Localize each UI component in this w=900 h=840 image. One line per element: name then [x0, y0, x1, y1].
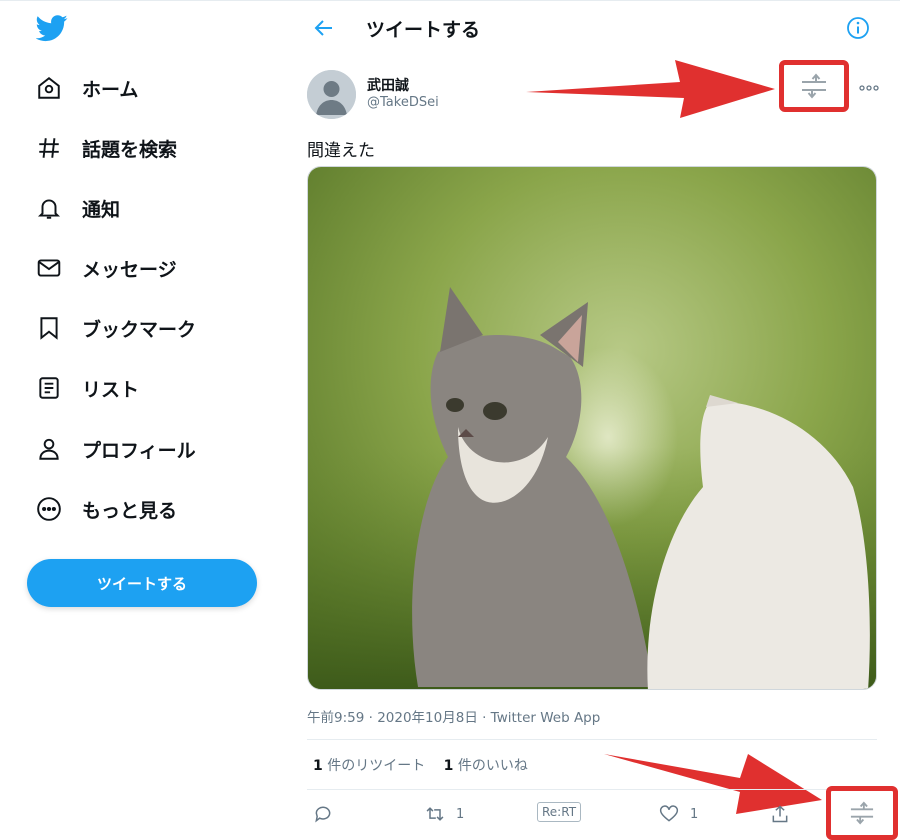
- mail-icon: [36, 255, 62, 281]
- hashtag-icon: [36, 135, 62, 161]
- twitter-bird-icon[interactable]: [36, 12, 68, 44]
- sidebar-item-bookmarks[interactable]: ブックマーク: [36, 308, 196, 348]
- retweet-icon: [426, 807, 444, 821]
- retweet-action-count: 1: [456, 806, 465, 822]
- swap-arrows-icon: [850, 801, 874, 825]
- list-icon: [36, 375, 62, 401]
- divider: [307, 739, 877, 740]
- swap-arrows-icon: [802, 73, 826, 99]
- divider: [307, 789, 877, 790]
- share-button[interactable]: [770, 800, 790, 828]
- sidebar-item-label: ブックマーク: [82, 318, 197, 341]
- info-icon[interactable]: [846, 16, 870, 40]
- like-count: 1: [443, 758, 454, 774]
- tweet-photo[interactable]: [307, 166, 877, 690]
- bell-icon: [36, 195, 62, 221]
- sidebar-item-label: 通知: [82, 198, 121, 221]
- sidebar-item-more[interactable]: もっと見る: [36, 489, 177, 529]
- sidebar-item-lists[interactable]: リスト: [36, 368, 139, 408]
- like-action-count: 1: [690, 806, 699, 822]
- tweet-stats: 1 件のリツイート 1 件のいいね: [313, 755, 528, 775]
- annotation-arrow-bottom: [604, 754, 822, 814]
- like-stat[interactable]: 1 件のいいね: [444, 758, 528, 774]
- rert-button[interactable]: Re:RT: [537, 802, 582, 822]
- sidebar-item-label: リスト: [82, 378, 140, 401]
- annotation-arrow-top: [526, 60, 775, 118]
- translate-button-highlight-bottom[interactable]: [826, 786, 898, 840]
- sidebar-item-label: メッセージ: [82, 258, 177, 281]
- bookmark-icon: [36, 315, 62, 341]
- sidebar-item-profile[interactable]: プロフィール: [36, 429, 196, 469]
- retweet-count: 1: [313, 758, 323, 774]
- tweet-text: 間違えた: [307, 141, 375, 161]
- sidebar-item-messages[interactable]: メッセージ: [36, 248, 177, 288]
- more-dots-icon[interactable]: [858, 78, 880, 98]
- user-name[interactable]: 武田誠: [367, 75, 409, 95]
- sidebar-item-label: ホーム: [82, 78, 139, 101]
- sidebar-item-home[interactable]: ホーム: [36, 68, 138, 108]
- sidebar-item-explore[interactable]: 話題を検索: [36, 128, 177, 168]
- retweet-label: 件のリツイート: [322, 758, 426, 774]
- sidebar-item-label: もっと見る: [82, 499, 178, 522]
- sidebar-item-label: プロフィール: [82, 439, 196, 462]
- translate-button-highlight[interactable]: [779, 60, 849, 112]
- retweet-button[interactable]: 1: [424, 800, 464, 828]
- like-label: 件のいいね: [453, 758, 528, 774]
- page-title: ツイートする: [366, 19, 481, 41]
- person-icon: [36, 436, 62, 462]
- share-icon: [772, 805, 788, 823]
- reply-button[interactable]: [313, 800, 333, 828]
- reply-icon: [315, 806, 331, 823]
- home-icon: [36, 75, 62, 101]
- sidebar-item-notifications[interactable]: 通知: [36, 188, 120, 228]
- retweet-stat[interactable]: 1 件のリツイート: [313, 758, 425, 774]
- like-button[interactable]: 1: [658, 800, 698, 828]
- user-handle[interactable]: @TakeDSei: [367, 95, 439, 110]
- avatar[interactable]: [307, 70, 356, 119]
- sidebar-item-label: 話題を検索: [82, 138, 178, 161]
- heart-icon: [659, 805, 679, 822]
- back-arrow-icon[interactable]: [312, 16, 336, 40]
- top-border: [0, 0, 900, 1]
- tweet-meta: 午前9:59 · 2020年10月8日 · Twitter Web App: [307, 710, 601, 726]
- tweet-button[interactable]: ツイートする: [27, 559, 257, 607]
- more-circle-icon: [36, 496, 62, 522]
